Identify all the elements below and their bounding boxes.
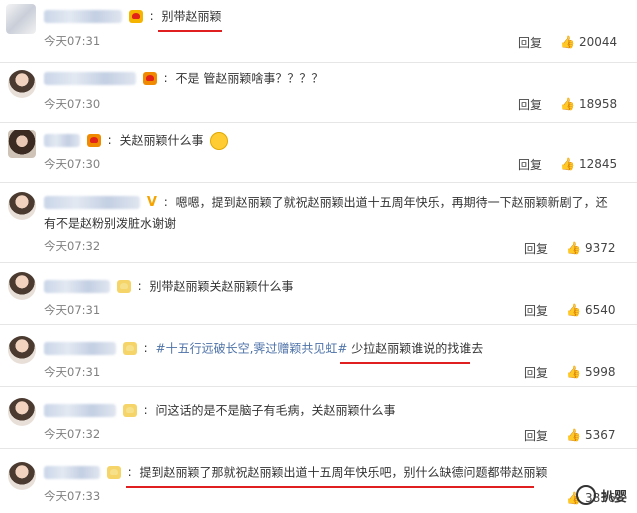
comment-text: 别带赵丽颖	[161, 9, 222, 24]
comment-time: 今天07:32	[44, 427, 101, 441]
comment-time: 今天07:33	[44, 489, 101, 503]
comment-item: : 问这话的是不是脑子有毛病，关赵丽颖什么事 今天07:32 回复 👍 5367	[0, 386, 637, 449]
like-button[interactable]: 👍 9372	[566, 241, 616, 255]
comment-text: 关赵丽颖什么事	[119, 133, 204, 148]
avatar[interactable]	[8, 336, 36, 364]
comment-item: : 别带赵丽颖 今天07:31 回复 👍 20044	[0, 0, 637, 63]
reply-button[interactable]: 回复	[524, 364, 548, 381]
reply-button[interactable]: 回复	[524, 427, 548, 444]
emoji-icon	[210, 131, 229, 150]
like-button[interactable]: 👍 5998	[566, 365, 616, 379]
comment-time: 今天07:31	[44, 34, 101, 48]
comment-text: 别带赵丽颖关赵丽颖什么事	[149, 279, 294, 294]
avatar[interactable]	[8, 130, 36, 158]
watermark-text: 扒婴	[600, 489, 627, 505]
like-button[interactable]: 👍 12845	[560, 157, 617, 171]
thumbs-up-icon: 👍	[566, 241, 581, 255]
crown-badge-icon	[128, 10, 143, 23]
username[interactable]	[44, 134, 80, 147]
comment-text: 提到赵丽颖了那就祝赵丽颖出道十五周年快乐吧，别什么缺德问题都带赵丽颖	[139, 465, 548, 480]
thumbs-up-icon: 👍	[560, 35, 575, 49]
comment-text: 少拉赵丽颖谁说的找谁去	[351, 341, 484, 356]
like-count: 9372	[584, 241, 616, 255]
like-count: 12845	[578, 157, 618, 171]
username[interactable]	[44, 72, 136, 85]
comment-text: 问这话的是不是脑子有毛病，关赵丽颖什么事	[155, 403, 396, 418]
comment-item: : 不是 管赵丽颖啥事？？？？ 今天07:30 回复 👍 18958	[0, 62, 637, 123]
like-count: 5998	[584, 365, 616, 379]
avatar[interactable]	[8, 398, 36, 426]
avatar[interactable]	[8, 192, 36, 220]
username[interactable]	[44, 466, 100, 479]
verified-v-icon: V	[146, 195, 157, 210]
like-count: 5367	[584, 428, 616, 442]
crown-badge-icon	[122, 404, 137, 417]
like-button[interactable]: 👍 20044	[560, 35, 617, 49]
like-count: 18958	[578, 97, 618, 111]
comment-text: 不是 管赵丽颖啥事？？？？	[175, 71, 324, 86]
reply-button[interactable]: 回复	[518, 34, 542, 51]
avatar[interactable]	[8, 272, 36, 300]
watermark: 扒婴	[575, 485, 627, 505]
crown-badge-icon	[142, 72, 157, 85]
username[interactable]	[44, 196, 140, 209]
topic-link[interactable]: #十五行远破长空,霁过赠颖共见虹#	[156, 342, 348, 356]
avatar[interactable]	[8, 70, 36, 98]
avatar[interactable]	[8, 462, 36, 490]
crown-badge-icon	[122, 342, 137, 355]
username[interactable]	[44, 342, 116, 355]
comment-item: : 提到赵丽颖了那就祝赵丽颖出道十五周年快乐吧，别什么缺德问题都带赵丽颖 今天0…	[0, 448, 637, 513]
like-button[interactable]: 👍 18958	[560, 97, 617, 111]
username[interactable]	[44, 404, 116, 417]
comment-time: 今天07:31	[44, 303, 101, 317]
watermark-logo-icon	[575, 485, 596, 505]
highlight-underline	[340, 362, 470, 364]
comment-time: 今天07:30	[44, 97, 101, 111]
thumbs-up-icon: 👍	[560, 157, 575, 171]
like-button[interactable]: 👍 5367	[566, 428, 616, 442]
thumbs-up-icon: 👍	[560, 97, 575, 111]
thumbs-up-icon: 👍	[566, 365, 581, 379]
highlight-underline	[126, 486, 534, 488]
comment-time: 今天07:31	[44, 365, 101, 379]
crown-badge-icon	[116, 280, 131, 293]
comment-item: V : 嗯嗯，提到赵丽颖了就祝赵丽颖出道十五周年快乐，再期待一下赵丽颖新剧了，还…	[0, 182, 637, 263]
comment-time: 今天07:30	[44, 157, 101, 171]
username[interactable]	[44, 280, 110, 293]
like-button[interactable]: 👍 6540	[566, 303, 616, 317]
comment-item: : #十五行远破长空,霁过赠颖共见虹# 少拉赵丽颖谁说的找谁去 今天07:31 …	[0, 324, 637, 387]
username[interactable]	[44, 10, 122, 23]
reply-button[interactable]: 回复	[524, 302, 548, 319]
avatar[interactable]	[6, 4, 36, 34]
thumbs-up-icon: 👍	[566, 428, 581, 442]
comment-text: 嗯嗯，提到赵丽颖了就祝赵丽颖出道十五周年快乐，再期待一下赵丽颖新剧了，还	[175, 195, 608, 210]
reply-button[interactable]: 回复	[518, 156, 542, 173]
comment-item: : 别带赵丽颖关赵丽颖什么事 今天07:31 回复 👍 6540	[0, 262, 637, 325]
like-count: 6540	[584, 303, 616, 317]
reply-button[interactable]: 回复	[518, 96, 542, 113]
highlight-underline	[158, 30, 222, 32]
crown-badge-icon	[86, 134, 101, 147]
comment-text-continued: 有不是赵粉别泼脏水谢谢	[44, 216, 177, 231]
thumbs-up-icon: 👍	[566, 303, 581, 317]
comment-item: : 关赵丽颖什么事 今天07:30 回复 👍 12845	[0, 122, 637, 183]
comment-time: 今天07:32	[44, 239, 101, 253]
reply-button[interactable]: 回复	[524, 240, 548, 257]
like-count: 20044	[578, 35, 618, 49]
crown-badge-icon	[106, 466, 121, 479]
